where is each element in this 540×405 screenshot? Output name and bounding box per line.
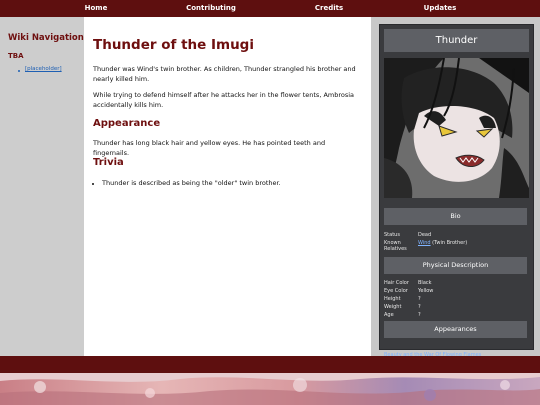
height-value: ? (418, 296, 421, 302)
weight-value: ? (418, 304, 421, 310)
nav-contributing-link[interactable]: Contributing (186, 0, 236, 17)
status-label: Status (384, 232, 400, 238)
sidebar-placeholder-link[interactable]: [placeholder] (25, 66, 62, 72)
relative-wind-link[interactable]: Wind (418, 240, 431, 246)
height-label: Height (384, 296, 401, 302)
footer-banner-image (0, 373, 540, 405)
age-value: ? (418, 312, 421, 318)
hair-color-value: Black (418, 280, 432, 286)
trivia-item: Thunder is described as being the "older… (102, 179, 281, 187)
age-label: Age (384, 312, 394, 318)
weight-label: Weight (384, 304, 402, 310)
wiki-navigation-sidebar: Wiki Navigation TBA [placeholder] (0, 17, 84, 356)
portrait-illustration (384, 58, 529, 198)
nav-updates-link[interactable]: Updates (424, 0, 457, 17)
relatives-value: Wind (Twin Brother) (418, 240, 467, 246)
eye-color-label: Eye Color (384, 288, 408, 294)
intro-paragraph-1: Thunder was Wind's twin brother. As chil… (93, 65, 356, 83)
article-content: Thunder of the Imugi Thunder was Wind's … (84, 17, 371, 356)
nav-home-link[interactable]: Home (85, 0, 108, 17)
appearance-paragraph: Thunder has long black hair and yellow e… (93, 139, 326, 157)
relation-type: (Twin Brother) (432, 240, 468, 246)
appearances-section-header: Appearances (384, 321, 527, 338)
sidebar-title: Wiki Navigation (8, 33, 84, 43)
intro-paragraph-2: While trying to defend himself after he … (93, 91, 355, 109)
top-navigation-bar: Home Contributing Credits Updates (0, 0, 540, 17)
status-value: Dead (418, 232, 432, 238)
footer-floral-illustration (0, 373, 540, 405)
eye-color-value: Yellow (418, 288, 434, 294)
character-infobox: Thunder Bio Status Dead Known Relatives … (379, 24, 534, 358)
physical-description-header: Physical Description (384, 257, 527, 274)
trivia-heading: Trivia (93, 157, 124, 168)
sidebar-section-label: TBA (8, 52, 24, 60)
bullet-marker (18, 70, 20, 72)
infobox-column: Thunder Bio Status Dead Known Relatives … (371, 17, 540, 358)
bio-section-header: Bio (384, 208, 527, 225)
character-portrait-image (384, 58, 529, 198)
hair-color-label: Hair Color (384, 280, 409, 286)
page-title: Thunder of the Imugi (93, 37, 254, 53)
infobox-title: Thunder (384, 29, 529, 52)
nav-credits-link[interactable]: Credits (315, 0, 343, 17)
list-bullet (92, 183, 94, 185)
footer-bar (0, 356, 540, 373)
appearance-heading: Appearance (93, 118, 161, 129)
relatives-label: Known Relatives (384, 240, 407, 252)
